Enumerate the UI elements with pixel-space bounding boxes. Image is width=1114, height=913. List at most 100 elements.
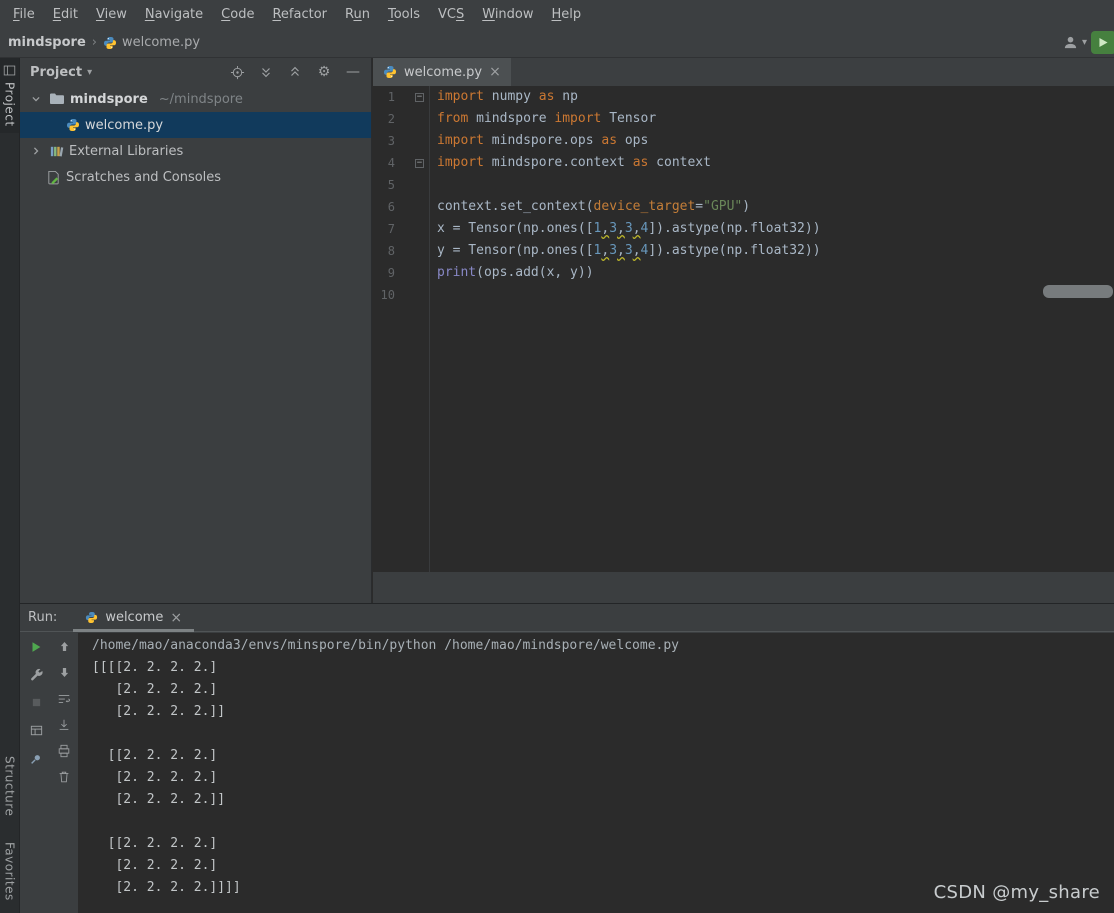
- project-panel: Project ▾ ⚙ — mindspore ~/mindspore welc…: [20, 58, 372, 603]
- fold-marker-icon[interactable]: −: [395, 152, 429, 174]
- menu-item-file[interactable]: File: [4, 2, 44, 27]
- editor-tab-welcome-py[interactable]: welcome.py ×: [373, 58, 511, 86]
- scratches-icon: [46, 170, 61, 185]
- menu-item-vcs[interactable]: VCS: [429, 2, 473, 27]
- code-line-9[interactable]: 9 print(ops.add(x, y)): [373, 262, 1114, 284]
- scrollbar-thumb[interactable]: [1043, 285, 1113, 298]
- code-line-5[interactable]: 5: [373, 174, 1114, 196]
- line-number: 3: [387, 134, 395, 148]
- project-panel-title[interactable]: Project: [30, 65, 82, 80]
- project-tool-icon: [3, 64, 16, 77]
- stripe-button-project[interactable]: Project: [0, 58, 19, 133]
- tree-row-external-libraries[interactable]: External Libraries: [20, 138, 371, 164]
- chevron-down-icon[interactable]: [28, 94, 44, 104]
- restore-layout-icon[interactable]: [27, 722, 45, 739]
- menu-bar: File Edit View Navigate Code Refactor Run Tools…: [0, 0, 1114, 28]
- folder-icon: [49, 91, 65, 107]
- wrench-icon[interactable]: [27, 666, 45, 683]
- tree-row-scratches[interactable]: Scratches and Consoles: [20, 164, 371, 190]
- corner-plugin-icon[interactable]: [1091, 31, 1114, 54]
- run-panel-header: Run: welcome ×: [20, 604, 1114, 632]
- code-line-10[interactable]: 10: [373, 284, 1114, 306]
- fold-gutter-space: [395, 240, 429, 262]
- console-line: [2. 2. 2. 2.]]: [92, 792, 226, 807]
- run-label: Run:: [28, 610, 58, 625]
- navigation-bar: mindspore › welcome.py ▾: [0, 28, 1114, 58]
- run-toolbar-left: [24, 638, 48, 767]
- stop-icon[interactable]: [27, 694, 45, 711]
- settings-gear-icon[interactable]: ⚙: [312, 61, 336, 83]
- fold-marker-icon[interactable]: −: [395, 86, 429, 108]
- tree-row-welcome-py[interactable]: welcome.py: [20, 112, 371, 138]
- locate-icon[interactable]: [225, 61, 249, 83]
- close-icon[interactable]: ×: [489, 65, 501, 79]
- editor: welcome.py × 1− import numpy as np 2 from m…: [373, 58, 1114, 603]
- run-tab-welcome[interactable]: welcome ×: [73, 604, 194, 632]
- menu-item-run[interactable]: Run: [336, 2, 379, 27]
- console-line: [2. 2. 2. 2.]]: [92, 704, 226, 719]
- code-line-6[interactable]: 6 context.set_context(device_target="GPU"…: [373, 196, 1114, 218]
- close-icon[interactable]: ×: [170, 611, 182, 625]
- tree-row-project-root[interactable]: mindspore ~/mindspore: [20, 86, 371, 112]
- code-line-1[interactable]: 1− import numpy as np: [373, 86, 1114, 108]
- stripe-button-favorites[interactable]: Favorites: [0, 836, 19, 907]
- console-line: [[2. 2. 2. 2.]: [92, 748, 218, 763]
- menu-item-edit[interactable]: Edit: [44, 2, 87, 27]
- menu-item-refactor[interactable]: Refactor: [263, 2, 336, 27]
- console-output[interactable]: /home/mao/anaconda3/envs/minspore/bin/py…: [78, 633, 1114, 913]
- code-line-7[interactable]: 7x = Tensor(np.ones([1,3,3,4]).astype(np…: [373, 218, 1114, 240]
- menu-item-help[interactable]: Help: [543, 2, 591, 27]
- scroll-to-end-icon[interactable]: [55, 716, 73, 733]
- python-file-icon: [103, 36, 117, 50]
- expand-all-icon[interactable]: [254, 61, 278, 83]
- breadcrumb-project[interactable]: mindspore: [8, 35, 86, 50]
- code-area[interactable]: 1− import numpy as np 2 from mindspore impo…: [373, 86, 1114, 572]
- chevron-down-icon[interactable]: ▾: [87, 67, 92, 78]
- code-line-4[interactable]: 4− import mindspore.context as context: [373, 152, 1114, 174]
- menu-item-view[interactable]: View: [87, 2, 136, 27]
- hide-panel-icon[interactable]: —: [341, 61, 365, 83]
- menu-item-code[interactable]: Code: [212, 2, 263, 27]
- line-number: 1: [387, 90, 395, 104]
- breadcrumb-file[interactable]: welcome.py: [122, 35, 200, 50]
- down-stack-trace-icon[interactable]: [55, 664, 73, 681]
- clear-all-icon[interactable]: [55, 768, 73, 785]
- library-icon: [49, 144, 64, 159]
- chevron-down-icon[interactable]: ▾: [1082, 37, 1087, 48]
- soft-wrap-icon[interactable]: [55, 690, 73, 707]
- up-stack-trace-icon[interactable]: [55, 638, 73, 655]
- pin-icon[interactable]: [27, 750, 45, 767]
- editor-scrollbar-track[interactable]: [373, 572, 1114, 603]
- collapse-all-icon[interactable]: [283, 61, 307, 83]
- menu-item-window[interactable]: Window: [473, 2, 542, 27]
- run-toolbar-right: [52, 638, 76, 785]
- line-number: 9: [387, 266, 395, 280]
- menu-item-navigate[interactable]: Navigate: [136, 2, 212, 27]
- print-icon[interactable]: [55, 742, 73, 759]
- code-line-3[interactable]: 3 import mindspore.ops as ops: [373, 130, 1114, 152]
- console-line: /home/mao/anaconda3/envs/minspore/bin/py…: [92, 638, 679, 653]
- menu-item-tools[interactable]: Tools: [379, 2, 429, 27]
- pycharm-window: File Edit View Navigate Code Refactor Run Tools…: [0, 0, 1114, 913]
- line-number: 7: [387, 222, 395, 236]
- project-panel-header: Project ▾ ⚙ —: [20, 58, 371, 86]
- editor-tab-label: welcome.py: [404, 64, 483, 80]
- project-tree: mindspore ~/mindspore welcome.py Externa…: [20, 86, 371, 190]
- tree-external-libraries-label: External Libraries: [69, 143, 184, 159]
- console-line: [[2. 2. 2. 2.]: [92, 836, 218, 851]
- line-number: 10: [380, 288, 395, 302]
- line-number: 6: [387, 200, 395, 214]
- run-tab-label: welcome: [105, 610, 164, 625]
- code-line-2[interactable]: 2 from mindspore import Tensor: [373, 108, 1114, 130]
- code-line-8[interactable]: 8y = Tensor(np.ones([1,3,3,4]).astype(np…: [373, 240, 1114, 262]
- rerun-icon[interactable]: [27, 638, 45, 655]
- chevron-right-icon[interactable]: [28, 146, 44, 156]
- stripe-button-structure[interactable]: Structure: [0, 750, 19, 822]
- user-account-icon[interactable]: [1063, 35, 1078, 50]
- tree-project-name: mindspore: [70, 91, 148, 107]
- editor-tab-bar: welcome.py ×: [373, 58, 1114, 86]
- console-line: [2. 2. 2. 2.]: [92, 682, 218, 697]
- console-line: [[[[2. 2. 2. 2.]: [92, 660, 218, 675]
